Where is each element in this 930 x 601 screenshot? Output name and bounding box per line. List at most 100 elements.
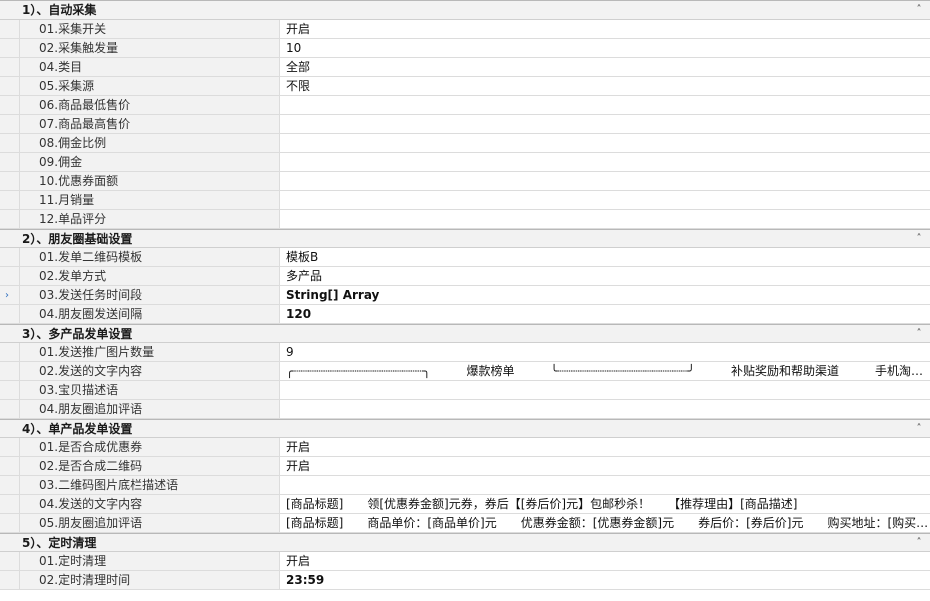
property-row[interactable]: › 03.发送任务时间段 String[] Array <box>0 286 930 305</box>
row-gutter <box>0 362 19 380</box>
row-gutter <box>0 20 19 38</box>
property-value[interactable]: 120 <box>280 305 930 323</box>
property-row[interactable]: 02.是否合成二维码 开启 <box>0 457 930 476</box>
property-name: 03.宝贝描述语 <box>19 381 280 399</box>
property-row[interactable]: 07.商品最高售价 <box>0 115 930 134</box>
property-row[interactable]: 02.定时清理时间 23:59 <box>0 571 930 590</box>
property-name: 04.朋友圈追加评语 <box>19 400 280 418</box>
row-gutter <box>0 438 19 456</box>
property-row[interactable]: 02.发送的文字内容 ╭┈┈┈┈┈┈┈┈┈┈┈┈┈┈┈┈┈┈╮ 爆款榜单 ╰┈┈┈… <box>0 362 930 381</box>
property-value[interactable]: 全部 <box>280 58 930 76</box>
property-value[interactable]: 9 <box>280 343 930 361</box>
property-row[interactable]: 01.发送推广图片数量 9 <box>0 343 930 362</box>
property-row[interactable]: 01.采集开关 开启 <box>0 20 930 39</box>
property-value[interactable] <box>280 400 930 418</box>
property-row[interactable]: 01.定时清理 开启 <box>0 552 930 571</box>
property-name: 12.单品评分 <box>19 210 280 228</box>
property-row[interactable]: 04.类目 全部 <box>0 58 930 77</box>
row-gutter <box>0 571 19 589</box>
property-value[interactable] <box>280 115 930 133</box>
category-header[interactable]: 5）、定时清理 ˄ <box>0 533 930 552</box>
property-name: 07.商品最高售价 <box>19 115 280 133</box>
property-value[interactable] <box>280 191 930 209</box>
property-name: 08.佣金比例 <box>19 134 280 152</box>
row-gutter <box>0 400 19 418</box>
property-name: 01.定时清理 <box>19 552 280 570</box>
property-value[interactable]: ╭┈┈┈┈┈┈┈┈┈┈┈┈┈┈┈┈┈┈╮ 爆款榜单 ╰┈┈┈┈┈┈┈┈┈┈┈┈┈… <box>280 362 930 380</box>
row-gutter <box>0 343 19 361</box>
row-gutter <box>0 39 19 57</box>
property-value[interactable]: 开启 <box>280 20 930 38</box>
property-value[interactable]: 开启 <box>280 457 930 475</box>
row-gutter <box>0 172 19 190</box>
property-value[interactable]: 10 <box>280 39 930 57</box>
row-gutter <box>0 191 19 209</box>
row-gutter <box>0 552 19 570</box>
row-gutter <box>0 77 19 95</box>
category-header[interactable]: 1）、自动采集 ˄ <box>0 1 930 20</box>
property-row[interactable]: 04.朋友圈发送间隔 120 <box>0 305 930 324</box>
property-name: 02.发单方式 <box>19 267 280 285</box>
property-name: 02.定时清理时间 <box>19 571 280 589</box>
property-value[interactable]: 开启 <box>280 552 930 570</box>
property-value[interactable] <box>280 134 930 152</box>
property-row[interactable]: 09.佣金 <box>0 153 930 172</box>
property-value[interactable] <box>280 210 930 228</box>
property-value[interactable]: String[] Array <box>280 286 930 304</box>
category-title: 3）、多产品发单设置 <box>22 327 133 341</box>
property-row[interactable]: 08.佣金比例 <box>0 134 930 153</box>
property-row[interactable]: 11.月销量 <box>0 191 930 210</box>
property-name: 04.类目 <box>19 58 280 76</box>
property-row[interactable]: 03.二维码图片底栏描述语 <box>0 476 930 495</box>
property-row[interactable]: 02.采集触发量 10 <box>0 39 930 58</box>
chevron-up-icon[interactable]: ˄ <box>914 230 924 249</box>
property-value[interactable]: 开启 <box>280 438 930 456</box>
category-header[interactable]: 2）、朋友圈基础设置 ˄ <box>0 229 930 248</box>
property-value[interactable] <box>280 153 930 171</box>
chevron-up-icon[interactable]: ˄ <box>914 325 924 344</box>
row-gutter <box>0 210 19 228</box>
row-gutter <box>0 134 19 152</box>
property-value[interactable] <box>280 381 930 399</box>
row-gutter <box>0 153 19 171</box>
property-row[interactable]: 03.宝贝描述语 <box>0 381 930 400</box>
caret-right-icon: › <box>5 290 9 301</box>
property-value[interactable]: [商品标题] 领[优惠券金额]元券，券后【[券后价]元】包邮秒杀！ 【推荐理由】… <box>280 495 930 513</box>
chevron-up-icon[interactable]: ˄ <box>914 534 924 553</box>
category-title: 5）、定时清理 <box>22 536 97 550</box>
category-title: 2）、朋友圈基础设置 <box>22 232 133 246</box>
property-row[interactable]: 10.优惠券面额 <box>0 172 930 191</box>
property-value[interactable]: 23:59 <box>280 571 930 589</box>
row-gutter <box>0 115 19 133</box>
category-header[interactable]: 4）、单产品发单设置 ˄ <box>0 419 930 438</box>
property-row[interactable]: 06.商品最低售价 <box>0 96 930 115</box>
property-name: 06.商品最低售价 <box>19 96 280 114</box>
property-name: 05.采集源 <box>19 77 280 95</box>
property-value[interactable] <box>280 172 930 190</box>
property-value[interactable] <box>280 96 930 114</box>
property-row[interactable]: 04.朋友圈追加评语 <box>0 400 930 419</box>
property-row[interactable]: 05.采集源 不限 <box>0 77 930 96</box>
row-gutter <box>0 248 19 266</box>
chevron-up-icon[interactable]: ˄ <box>914 420 924 439</box>
property-value[interactable]: 模板B <box>280 248 930 266</box>
property-row[interactable]: 05.朋友圈追加评语 [商品标题] 商品单价：[商品单价]元 优惠券金额：[优惠券… <box>0 514 930 533</box>
property-value[interactable] <box>280 476 930 494</box>
category-header[interactable]: 3）、多产品发单设置 ˄ <box>0 324 930 343</box>
property-name: 04.朋友圈发送间隔 <box>19 305 280 323</box>
property-value[interactable]: [商品标题] 商品单价：[商品单价]元 优惠券金额：[优惠券金额]元 券后价：[… <box>280 514 930 532</box>
property-name: 10.优惠券面额 <box>19 172 280 190</box>
property-value[interactable]: 多产品 <box>280 267 930 285</box>
property-row[interactable]: 01.发单二维码模板 模板B <box>0 248 930 267</box>
property-row[interactable]: 04.发送的文字内容 [商品标题] 领[优惠券金额]元券，券后【[券后价]元】包邮… <box>0 495 930 514</box>
property-name: 05.朋友圈追加评语 <box>19 514 280 532</box>
property-name: 01.发送推广图片数量 <box>19 343 280 361</box>
property-row[interactable]: 01.是否合成优惠券 开启 <box>0 438 930 457</box>
chevron-up-icon[interactable]: ˄ <box>914 1 924 20</box>
property-value[interactable]: 不限 <box>280 77 930 95</box>
property-row[interactable]: 12.单品评分 <box>0 210 930 229</box>
property-name: 02.是否合成二维码 <box>19 457 280 475</box>
property-row[interactable]: 02.发单方式 多产品 <box>0 267 930 286</box>
property-name: 01.是否合成优惠券 <box>19 438 280 456</box>
property-name: 03.二维码图片底栏描述语 <box>19 476 280 494</box>
